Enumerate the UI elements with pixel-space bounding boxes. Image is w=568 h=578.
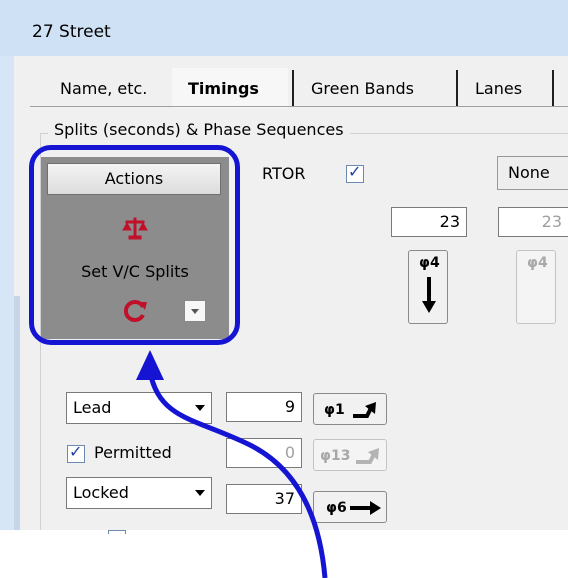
callout-arrow <box>136 350 328 578</box>
